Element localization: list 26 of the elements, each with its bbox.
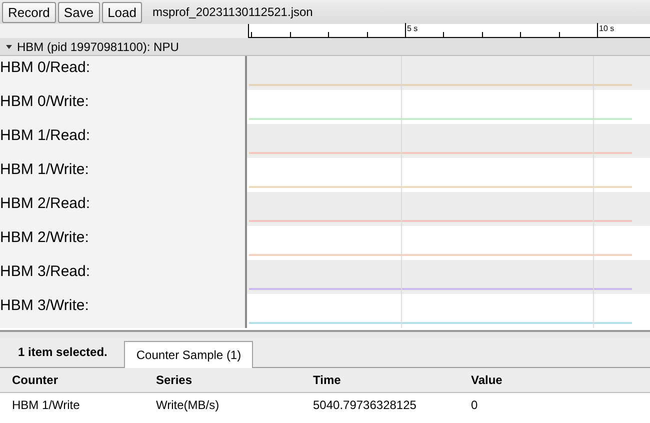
track-label: HBM 1/Read: — [0, 124, 247, 158]
selection-status: 1 item selected. — [18, 344, 108, 361]
track-label: HBM 2/Read: — [0, 192, 247, 226]
track-label: HBM 3/Write: — [0, 294, 247, 328]
track-label: HBM 1/Write: — [0, 158, 247, 192]
column-header: Series — [156, 368, 313, 393]
toolbar-button[interactable]: Load — [102, 2, 142, 22]
table-cell-text: Write(MB/s) — [156, 397, 220, 414]
toolbar-button[interactable]: Record — [2, 2, 56, 22]
track-label: HBM 0/Read: — [0, 56, 247, 90]
expand-icon[interactable] — [6, 44, 12, 50]
process-title: HBM (pid 19970981100): NPU — [17, 38, 179, 56]
table-cell-text: 0 — [471, 397, 479, 414]
column-header: Time — [313, 368, 471, 393]
table-cell-text: 5040.79736328125 — [313, 397, 418, 414]
panel-tab[interactable]: Counter Sample (1) — [124, 341, 254, 368]
column-header: Value — [471, 368, 650, 393]
track-label: HBM 3/Read: — [0, 260, 247, 294]
file-name: msprof_20231130112521.json — [152, 4, 313, 21]
track-label: HBM 0/Write: — [0, 90, 247, 124]
column-header: Counter — [0, 368, 156, 393]
table-cell-text: HBM 1/Write — [12, 397, 81, 414]
track-label: HBM 2/Write: — [0, 226, 247, 260]
toolbar-button[interactable]: Save — [58, 2, 100, 22]
tick-label: 10 s — [599, 24, 614, 33]
tick-label: 5 s — [407, 24, 418, 33]
